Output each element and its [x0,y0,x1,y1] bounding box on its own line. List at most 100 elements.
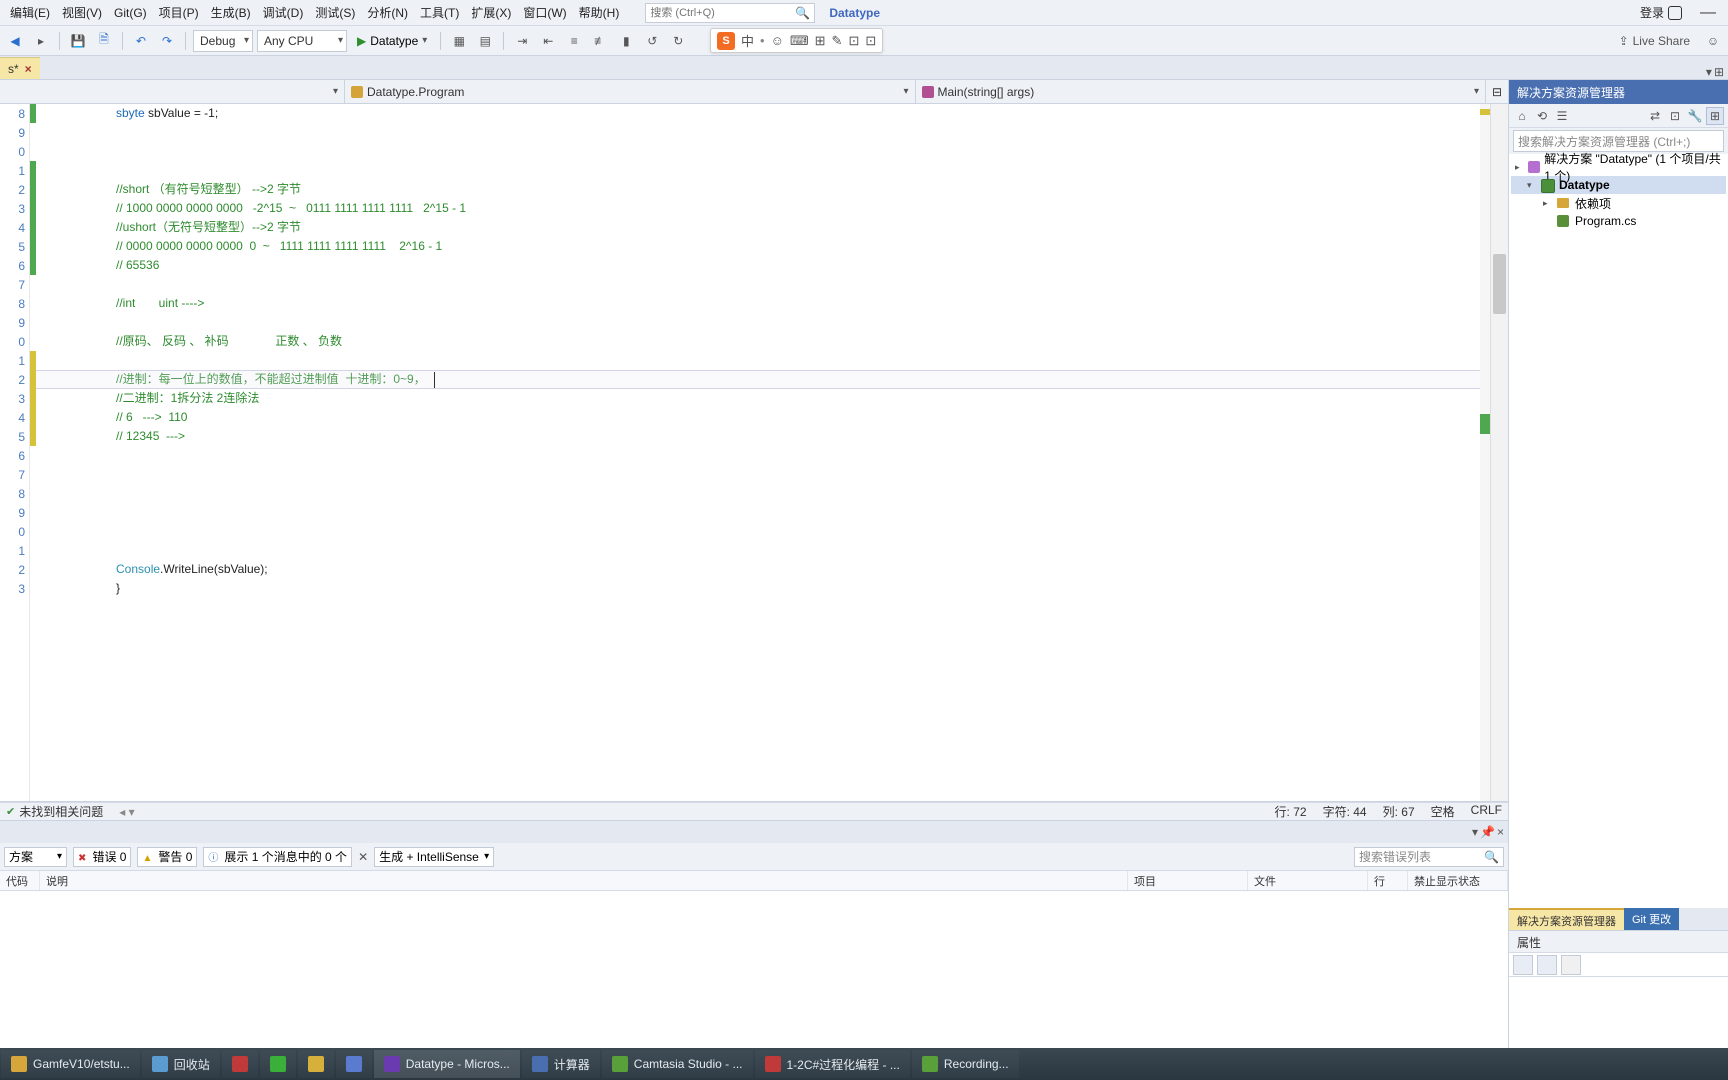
tab-git[interactable]: Git 更改 [1624,908,1679,930]
menu-item[interactable]: 帮助(H) [573,1,626,24]
taskbar-item[interactable]: Datatype - Micros... [374,1050,520,1078]
taskbar-item[interactable] [260,1050,296,1078]
pin-icon[interactable]: 📌 [1480,825,1495,839]
filter-icon[interactable]: ✕ [358,850,368,864]
taskbar-item[interactable] [222,1050,258,1078]
file-node[interactable]: Program.cs [1511,212,1726,230]
code-content[interactable]: sbyte sbValue = -1;//short （有符号短整型） -->2… [36,104,1480,801]
close-tab-icon[interactable]: × [25,62,32,76]
categorize-icon[interactable] [1513,955,1533,975]
tool-icon[interactable]: ☰ [1553,107,1571,125]
view-icon[interactable]: ⊞ [1706,107,1724,125]
solution-tree[interactable]: ▸解决方案 "Datatype" (1 个项目/共 1 个) ▾Datatype… [1509,154,1728,908]
file-tab[interactable]: s* × [0,57,40,79]
save-icon[interactable]: 💾 [67,30,89,52]
error-filter[interactable]: 错误 0 [73,847,131,867]
taskbar-item[interactable] [336,1050,372,1078]
ime-toolbar[interactable]: S 中 • ☺ ⌨ ⊞ ✎ ⊡ ⊡ [710,28,883,53]
ime-icon[interactable]: ⌨ [790,33,809,49]
warning-filter[interactable]: 警告 0 [137,847,197,867]
windows-taskbar[interactable]: GamfeV10/etstu...回收站 Datatype - Micros...… [0,1048,1728,1080]
panel-toolbar: ⌂ ⟲ ☰ ⇄ ⊡ 🔧 ⊞ [1509,104,1728,128]
ime-icon[interactable]: ⊡ [848,33,859,49]
minimap[interactable] [1480,104,1490,801]
menu-item[interactable]: 项目(P) [153,1,205,24]
outdent-icon[interactable]: ⇤ [537,30,559,52]
undo-icon[interactable]: ↶ [130,30,152,52]
menu-item[interactable]: 工具(T) [414,1,465,24]
props-tool-icon[interactable] [1561,955,1581,975]
panel-tabs: 解决方案资源管理器 Git 更改 [1509,908,1728,930]
config-dropdown[interactable]: Debug [193,30,253,52]
tool-icon[interactable]: ⊡ [1666,107,1684,125]
menu-item[interactable]: 编辑(E) [4,1,56,24]
taskbar-item[interactable]: GamfeV10/etstu... [1,1050,140,1078]
tool-icon[interactable]: ↻ [667,30,689,52]
menu-item[interactable]: 分析(N) [361,1,414,24]
split-icon[interactable]: ⊟ [1486,80,1508,103]
scrollbar[interactable] [1490,104,1508,801]
dependencies-node[interactable]: ▸依赖项 [1511,194,1726,212]
properties-icon[interactable]: 🔧 [1686,107,1704,125]
comment-icon[interactable]: ≡ [563,30,585,52]
taskbar-item[interactable]: 1-2C#过程化编程 - ... [755,1050,910,1078]
ime-icon[interactable]: ✎ [832,33,843,49]
feedback-icon[interactable]: ☺ [1702,30,1724,52]
build-dropdown[interactable]: 生成 + IntelliSense▾ [374,847,494,867]
quick-search[interactable]: 🔍 [645,3,815,23]
tab-overflow-icon[interactable]: ⊞ [1714,65,1724,79]
pin-icon[interactable]: ▾ [1472,825,1478,839]
save-all-icon[interactable]: 🗎 [93,30,115,52]
uncomment-icon[interactable]: ≢ [589,30,611,52]
bookmark-icon[interactable]: ▮ [615,30,637,52]
refresh-icon[interactable]: ⟲ [1533,107,1551,125]
message-filter[interactable]: 展示 1 个消息中的 0 个 [203,847,352,867]
alphabetize-icon[interactable] [1537,955,1557,975]
menu-item[interactable]: 窗口(W) [517,1,572,24]
solution-node[interactable]: ▸解决方案 "Datatype" (1 个项目/共 1 个) [1511,158,1726,176]
back-icon[interactable]: ◀ [4,30,26,52]
menu-item[interactable]: 生成(B) [205,1,257,24]
home-icon[interactable]: ⌂ [1513,107,1531,125]
sync-icon[interactable]: ⇄ [1646,107,1664,125]
search-input[interactable] [650,7,795,19]
ime-icon[interactable]: ☺ [771,33,784,48]
taskbar-item[interactable] [298,1050,334,1078]
app-title: Datatype [815,6,894,20]
live-share[interactable]: ⇪ Live Share [1611,34,1698,48]
close-icon[interactable]: × [1497,825,1504,839]
ime-lang[interactable]: 中 [741,31,754,50]
ime-icon[interactable]: ⊞ [815,33,826,49]
start-button[interactable]: ▶ Datatype ▾ [351,34,433,48]
menu-item[interactable]: 测试(S) [309,1,361,24]
tab-overflow-icon[interactable]: ▾ [1706,65,1712,79]
nav-scope[interactable]: ▾ [0,80,345,103]
solution-search[interactable]: 搜索解决方案资源管理器 (Ctrl+;) [1513,130,1724,152]
code-editor[interactable]: 89012345678901234567890123 sbyte sbValue… [0,104,1508,802]
nav-class[interactable]: Datatype.Program▾ [345,80,916,103]
taskbar-item[interactable]: 回收站 [142,1050,220,1078]
menu-item[interactable]: Git(G) [108,3,153,23]
sign-in[interactable]: 登录 [1630,4,1692,21]
nav-method[interactable]: Main(string[] args)▾ [916,80,1487,103]
menu-item[interactable]: 视图(V) [56,1,108,24]
taskbar-item[interactable]: Recording... [912,1050,1019,1078]
error-search[interactable]: 搜索错误列表🔍 [1354,847,1504,867]
taskbar-item[interactable]: Camtasia Studio - ... [602,1050,753,1078]
liveshare-icon: ⇪ [1619,34,1629,48]
scope-dropdown[interactable]: 方案▾ [4,847,67,867]
tab-solution[interactable]: 解决方案资源管理器 [1509,908,1624,930]
indent-icon[interactable]: ⇥ [511,30,533,52]
tool-icon[interactable]: ▤ [474,30,496,52]
tool-icon[interactable]: ▦ [448,30,470,52]
taskbar-item[interactable]: 计算器 [522,1050,600,1078]
forward-icon[interactable]: ▸ [30,30,52,52]
platform-dropdown[interactable]: Any CPU [257,30,347,52]
tool-icon[interactable]: ↺ [641,30,663,52]
ime-icon[interactable]: ⊡ [865,33,876,49]
minimize-button[interactable]: — [1692,4,1724,22]
menu-item[interactable]: 调试(D) [257,1,310,24]
no-issues[interactable]: ✔未找到相关问题 [6,803,103,820]
menu-item[interactable]: 扩展(X) [465,1,517,24]
redo-icon[interactable]: ↷ [156,30,178,52]
